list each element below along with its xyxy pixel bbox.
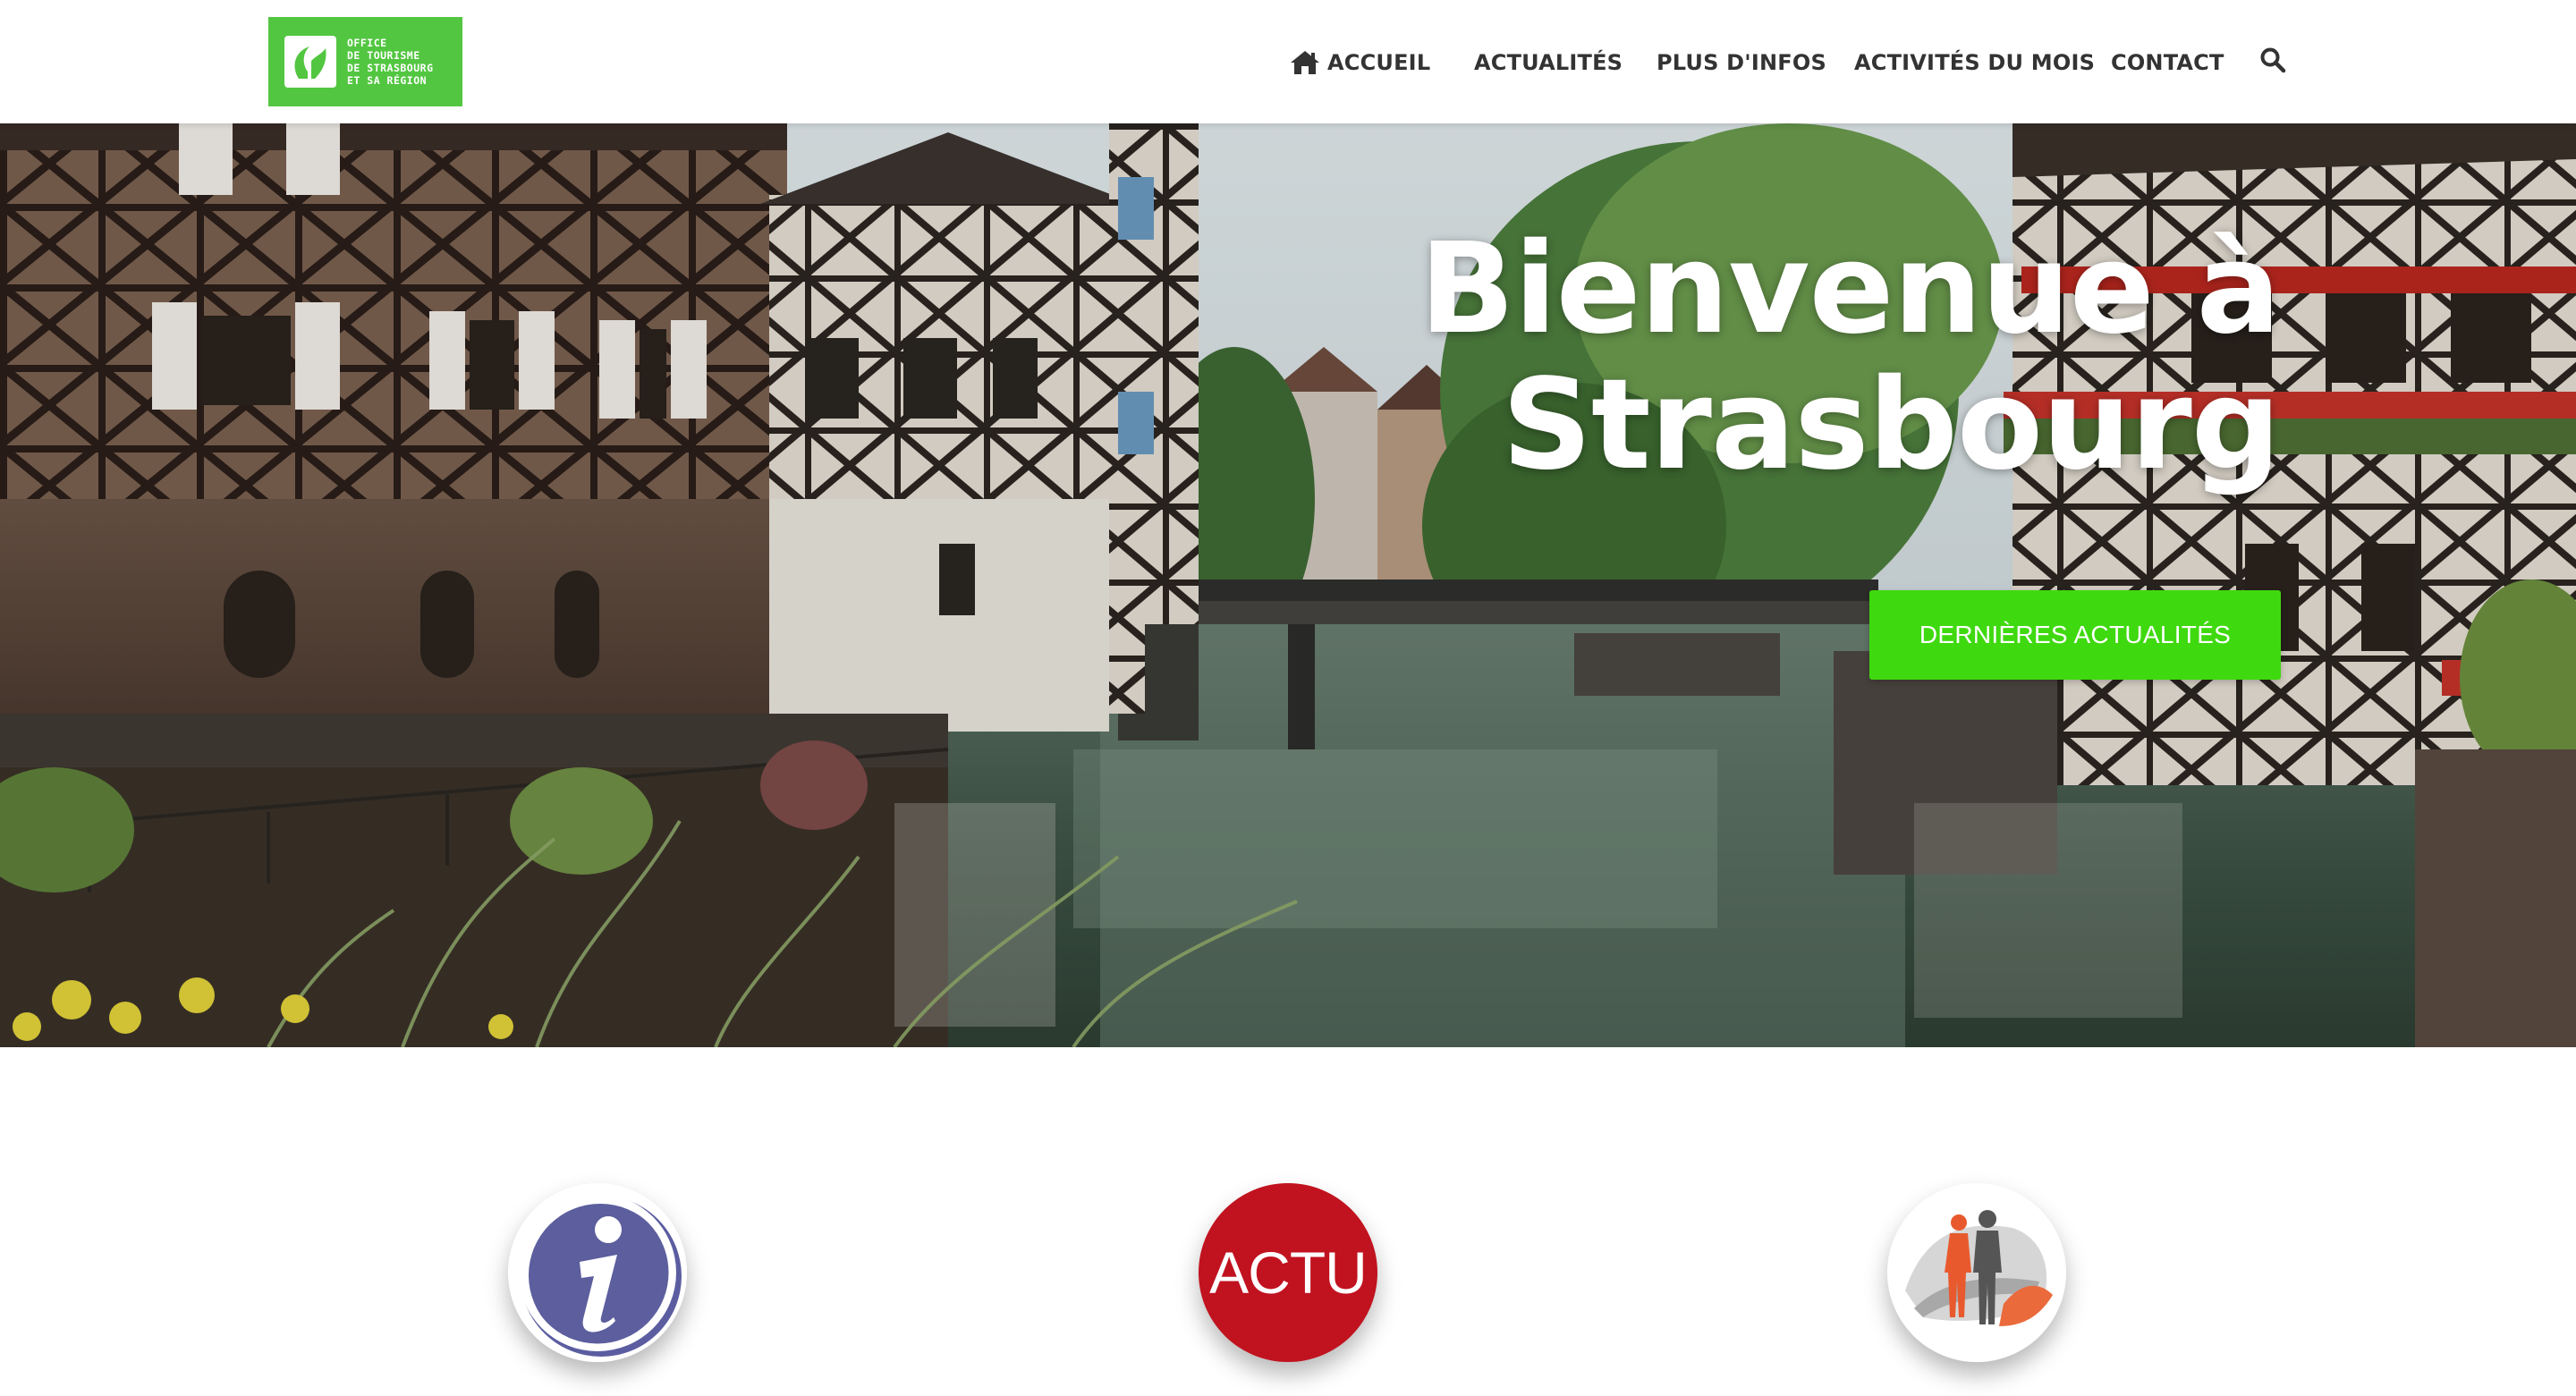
- nav-item-actualites[interactable]: ACTUALITÉS: [1474, 38, 1623, 88]
- nav-label: ACTUALITÉS: [1474, 50, 1623, 75]
- feature-activites[interactable]: [1887, 1183, 2066, 1362]
- main-nav: ACCUEIL ACTUALITÉS PLUS D'INFOS ACTIVITÉ…: [0, 38, 2576, 88]
- latest-news-button[interactable]: DERNIÈRES ACTUALITÉS: [1869, 590, 2281, 680]
- info-icon: [508, 1183, 687, 1362]
- hero-title-line: Strasbourg: [1502, 352, 2281, 498]
- nav-item-contact[interactable]: CONTACT: [2111, 38, 2224, 88]
- hero-banner: Bienvenue à Strasbourg DERNIÈRES ACTUALI…: [0, 123, 2576, 1047]
- hero-title: Bienvenue à Strasbourg: [1207, 216, 2281, 498]
- nav-label: PLUS D'INFOS: [1657, 50, 1826, 75]
- actu-label: ACTU: [1209, 1239, 1368, 1306]
- feature-info[interactable]: [508, 1183, 687, 1362]
- nav-item-activites-du-mois[interactable]: ACTIVITÉS DU MOIS: [1854, 38, 2095, 88]
- nav-label: ACCUEIL: [1327, 50, 1431, 75]
- site-header: OFFICE DE TOURISME DE STRASBOURG ET SA R…: [0, 0, 2576, 123]
- nav-item-accueil[interactable]: ACCUEIL: [1290, 38, 1430, 88]
- home-icon: [1291, 51, 1319, 74]
- nav-label: ACTIVITÉS DU MOIS: [1854, 50, 2096, 75]
- nav-label: CONTACT: [2111, 50, 2224, 75]
- feature-actu[interactable]: ACTU: [1199, 1183, 1377, 1362]
- people-icon: [1887, 1183, 2066, 1362]
- search-icon[interactable]: [2259, 47, 2286, 73]
- nav-item-plus-infos[interactable]: PLUS D'INFOS: [1657, 38, 1826, 88]
- hero-title-line: Bienvenue à: [1419, 216, 2281, 362]
